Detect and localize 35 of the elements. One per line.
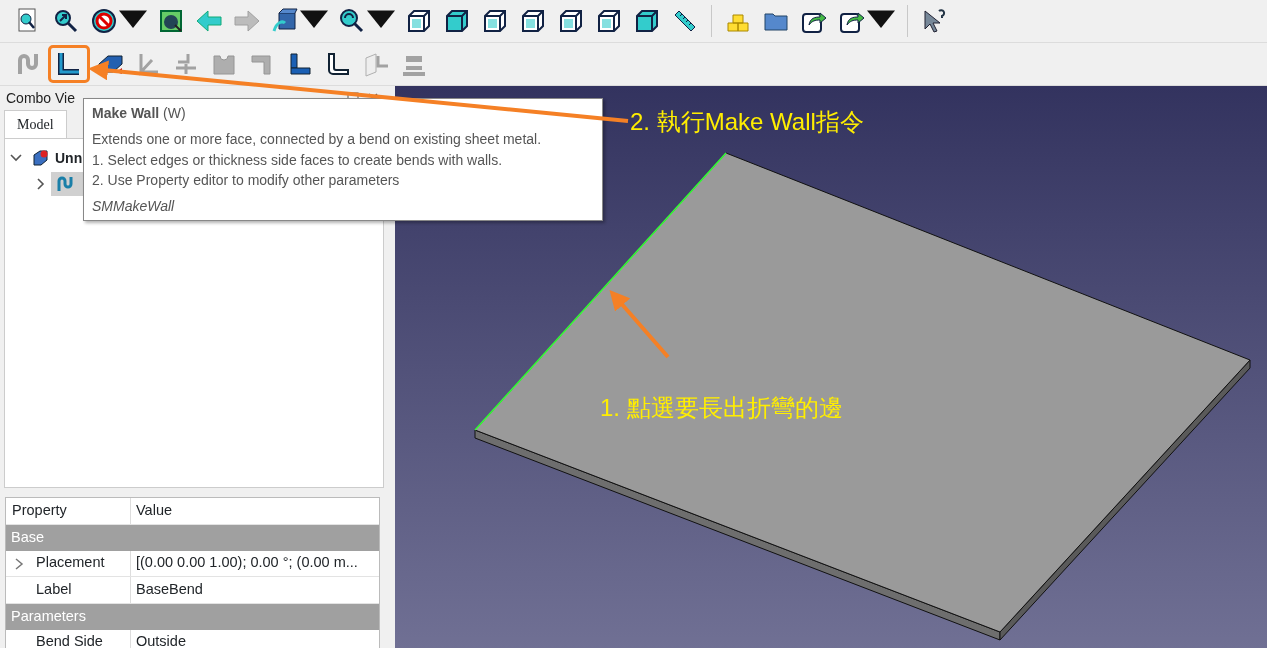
panel-title: Combo Vie	[6, 88, 75, 108]
zoom-arrow-icon	[52, 7, 80, 35]
zoom-refresh-icon	[338, 7, 366, 35]
wire-cube-icon	[481, 7, 509, 35]
property-name: Bend Side	[36, 632, 103, 648]
panel-tab[interactable]: Model	[4, 110, 67, 138]
annotation-text: 1. 點選要長出折彎的邊	[600, 393, 843, 423]
tooltip-text: 2. Use Property editor to modify other parameters	[92, 170, 401, 190]
part-icon	[31, 148, 51, 168]
chevron-icon[interactable]	[14, 557, 24, 570]
column-header: Value	[135, 500, 172, 520]
no-entry-icon	[90, 7, 118, 35]
sketch-unfold-icon	[362, 50, 390, 78]
wire-cube-icon	[557, 7, 585, 35]
wall-bend-button[interactable]	[48, 45, 90, 83]
solid-cube-icon	[443, 7, 471, 35]
solid-cube-icon	[633, 7, 661, 35]
property-value[interactable]: BaseBend	[131, 578, 203, 601]
tooltip-text: 1. Select edges or thickness side faces to create bends with walls.	[92, 150, 504, 170]
annotation-arrow	[609, 289, 670, 359]
wire-cube-icon	[519, 7, 547, 35]
tooltip-title: Make Wall (W)	[92, 104, 187, 123]
left-arrow-icon	[195, 7, 223, 35]
property-value[interactable]: Outside	[131, 631, 186, 648]
column-header: Property	[6, 498, 131, 524]
annotation-text: 2. 執行Make Wall指令	[630, 107, 864, 137]
property-name: Label	[36, 579, 72, 599]
bend-icon	[55, 174, 75, 194]
property-name: Placement	[36, 553, 105, 573]
wire-cube-icon	[405, 7, 433, 35]
tree-item-label[interactable]: Unn	[55, 147, 83, 169]
tooltip-text: Extends one or more face, connected by a bend on existing sheet metal.	[92, 130, 543, 150]
command-name: SMMakeWall	[92, 197, 176, 217]
wire-cube-icon	[595, 7, 623, 35]
property-value[interactable]: [(0.00 0.00 1.00); 0.00 °; (0.00 m...	[131, 552, 358, 575]
